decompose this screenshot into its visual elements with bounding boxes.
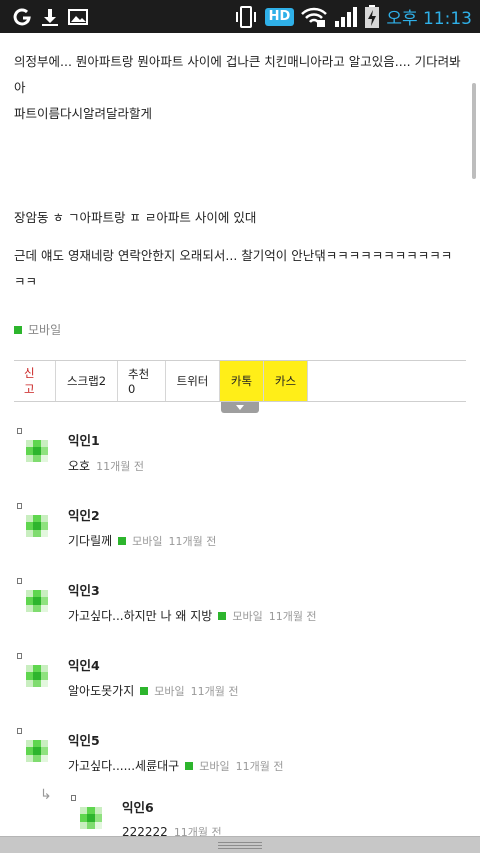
comment-body: 기다릴께 모바일 11개월 전	[68, 532, 216, 549]
comment-item[interactable]: 익인5 가고싶다......세륜대구 모바일 11개월 전	[14, 728, 466, 790]
chevron-down-icon	[236, 405, 244, 410]
comment-marker-icon	[17, 728, 22, 734]
app-icon	[12, 7, 32, 27]
comment-author: 익인5	[68, 733, 100, 748]
comment-text: 222222	[122, 825, 168, 836]
bottom-handle-bar[interactable]	[0, 836, 480, 853]
mobile-icon	[218, 611, 227, 620]
mobile-icon	[14, 326, 22, 334]
post-line: 의정부에... 뭔아파트랑 뭔아파트 사이에 겁나큰 치킨매니아라고 알고있음.…	[14, 54, 461, 95]
comment-marker-icon	[17, 428, 22, 434]
hd-badge: HD	[264, 7, 295, 26]
battery-charging-icon	[364, 4, 380, 29]
reply-arrow-icon: ↳	[40, 787, 52, 803]
comment-marker-icon	[71, 795, 76, 801]
comment-text: 알아도못가지	[68, 684, 135, 698]
comment-marker-icon	[17, 578, 22, 584]
vibrate-icon	[233, 5, 259, 29]
comment-time: 11개월 전	[173, 826, 222, 836]
action-bar: 신고 스크랩2 추천0 트위터 카톡 카스	[14, 360, 466, 402]
download-icon	[40, 7, 60, 27]
comment-author: 익인4	[68, 658, 100, 673]
post-content[interactable]: 의정부에... 뭔아파트랑 뭔아파트 사이에 겁나큰 치킨매니아라고 알고있음.…	[0, 33, 480, 836]
avatar	[26, 665, 48, 687]
kastory-share-button[interactable]: 카스	[264, 361, 308, 401]
comment-item[interactable]: 익인3 가고싶다...하지만 나 왜 지방 모바일 11개월 전	[14, 578, 466, 640]
comment-time: 11개월 전	[190, 684, 239, 698]
recommend-button[interactable]: 추천0	[118, 361, 166, 401]
comment-author: 익인3	[68, 583, 100, 598]
scroll-indicator[interactable]	[472, 83, 476, 179]
comment-author: 익인2	[68, 508, 100, 523]
clock: 오후 11:13	[386, 9, 472, 29]
comment-text: 오호	[68, 459, 91, 473]
twitter-share-button[interactable]: 트위터	[166, 361, 220, 401]
avatar	[80, 807, 102, 829]
post-line: ㅋㅋ	[14, 274, 38, 289]
post-body: 의정부에... 뭔아파트랑 뭔아파트 사이에 겁나큰 치킨매니아라고 알고있음.…	[0, 33, 480, 343]
post-source: 모바일	[14, 317, 466, 343]
report-button[interactable]: 신고	[14, 361, 56, 401]
comment-body: 가고싶다...하지만 나 왜 지방 모바일 11개월 전	[68, 607, 317, 624]
comment-item[interactable]: 익인1 오호 11개월 전	[14, 428, 466, 490]
avatar	[26, 740, 48, 762]
comment-text: 가고싶다...하지만 나 왜 지방	[68, 609, 213, 623]
post-line: 근데 얘도 영재네랑 연락안한지 오래되서... 찰기억이 안난댂ㅋㅋㅋㅋㅋㅋㅋ…	[14, 248, 453, 263]
comment-marker-icon	[17, 653, 22, 659]
comment-body: 오호 11개월 전	[68, 457, 144, 474]
comment-author: 익인6	[122, 800, 154, 815]
mobile-icon	[185, 761, 194, 770]
comment-text: 기다릴께	[68, 534, 113, 548]
wifi-icon	[300, 6, 328, 28]
comment-source: 모바일	[199, 759, 230, 773]
comment-body: 가고싶다......세륜대구 모바일 11개월 전	[68, 757, 283, 774]
comment-source: 모바일	[132, 534, 163, 548]
scrap-button[interactable]: 스크랩2	[56, 361, 118, 401]
comment-author: 익인1	[68, 433, 100, 448]
avatar	[26, 440, 48, 462]
comment-text: 가고싶다......세륜대구	[68, 759, 180, 773]
comment-marker-icon	[17, 503, 22, 509]
image-icon	[68, 7, 88, 27]
mobile-icon	[140, 686, 149, 695]
comment-time: 11개월 전	[268, 609, 317, 623]
post-line: 파트이름다시알려달라할게	[14, 106, 153, 121]
comment-item[interactable]: 익인4 알아도못가지 모바일 11개월 전	[14, 653, 466, 715]
comment-time: 11개월 전	[96, 459, 144, 473]
expand-toggle[interactable]	[221, 402, 259, 413]
comment-source: 모바일	[232, 609, 263, 623]
comment-item[interactable]: 익인6 222222 11개월 전	[68, 795, 466, 836]
comment-item[interactable]: 익인2 기다릴께 모바일 11개월 전	[14, 503, 466, 565]
katalk-share-button[interactable]: 카톡	[220, 361, 264, 401]
avatar	[26, 515, 48, 537]
comment-body: 222222 11개월 전	[122, 824, 222, 836]
avatar	[26, 590, 48, 612]
signal-icon	[334, 6, 358, 28]
comment-time: 11개월 전	[235, 759, 284, 773]
drag-handle-icon	[218, 841, 262, 849]
mobile-icon	[118, 536, 127, 545]
status-bar: HD 오후 11:13	[0, 0, 480, 33]
comment-body: 알아도못가지 모바일 11개월 전	[68, 682, 238, 699]
post-source-label: 모바일	[28, 323, 62, 337]
comment-time: 11개월 전	[168, 534, 217, 548]
post-line: 장암동 ㅎ ㄱ아파트랑 ㅍ ㄹ아파트 사이에 있대	[14, 210, 257, 225]
comment-source: 모바일	[154, 684, 185, 698]
